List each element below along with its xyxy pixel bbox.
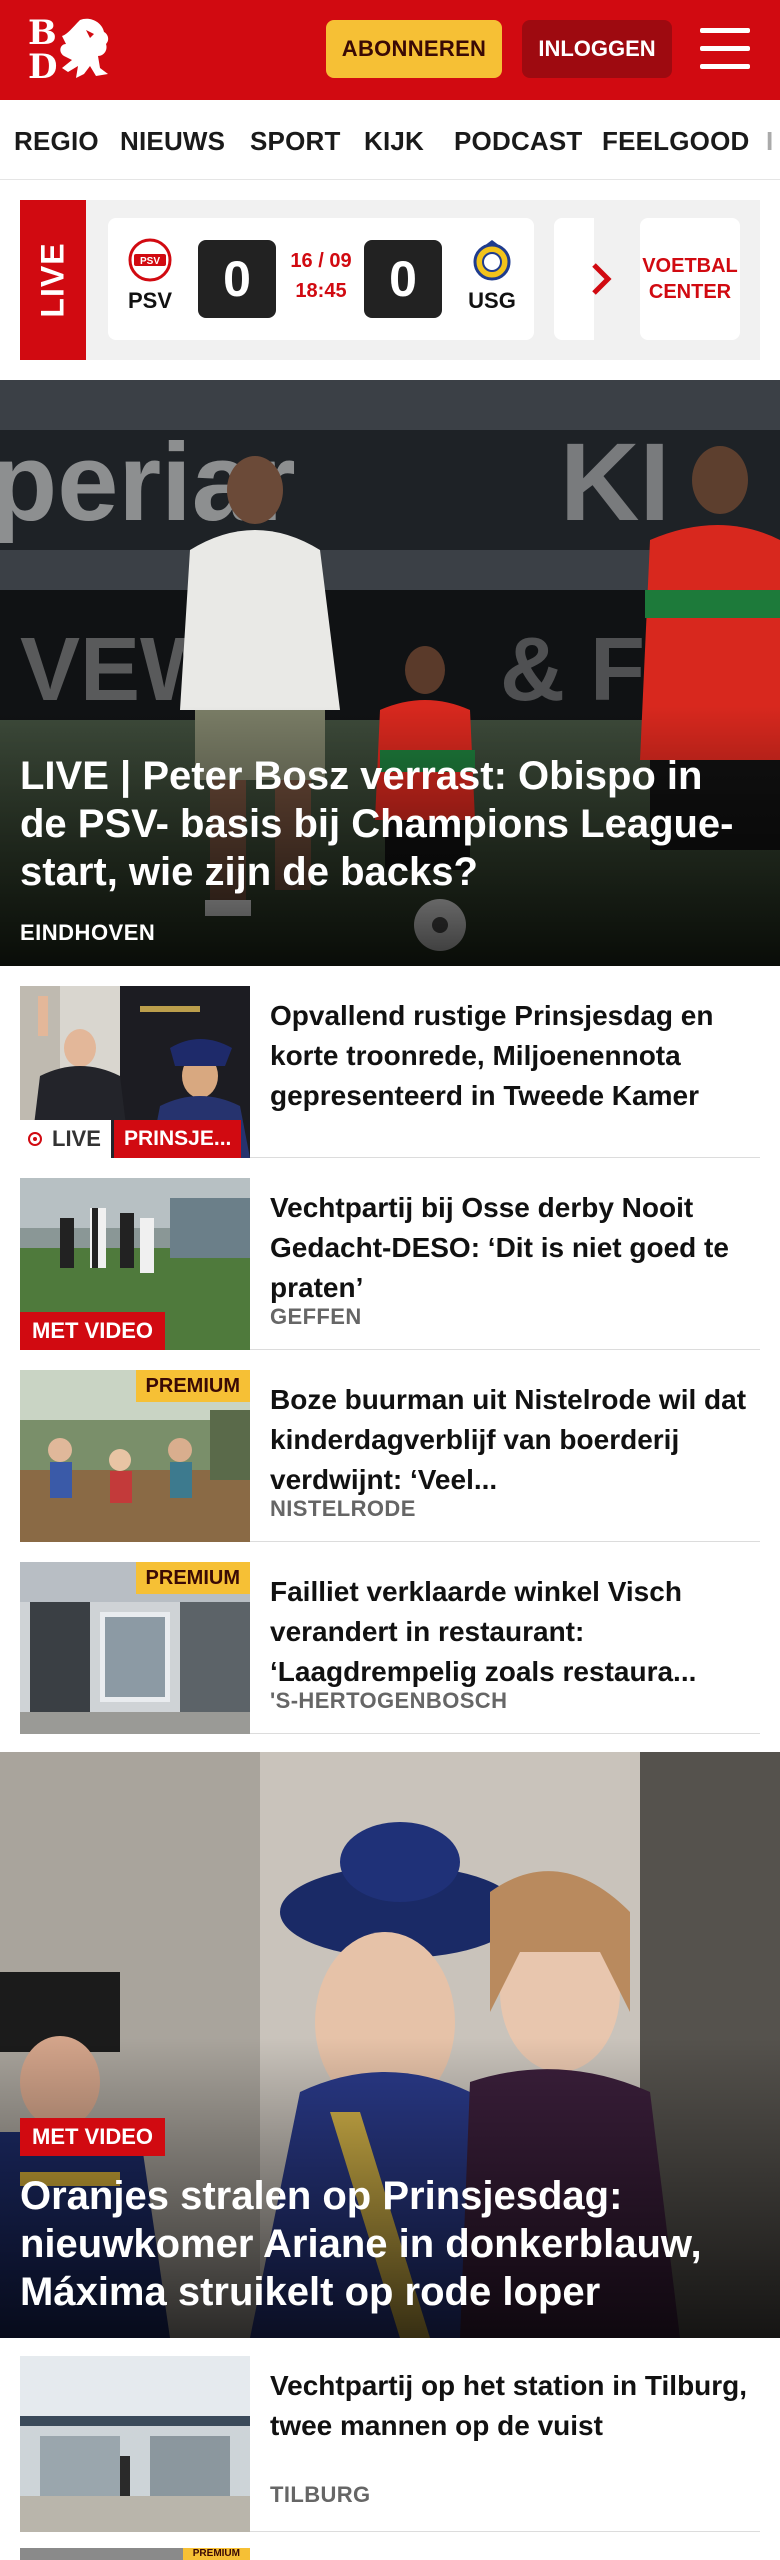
svg-text:PSV: PSV [140,256,160,267]
home-score: 0 [198,240,276,318]
live-chip-label: LIVE [52,1126,101,1151]
article-title[interactable]: Failliet verklaarde winkel Visch verande… [270,1572,760,1692]
article-thumbnail: PREMIUM [20,1370,250,1542]
premium-badge: PREMIUM [135,1562,250,1594]
article-item[interactable]: LIVE PRINSJE... Opvallend rustige Prinsj… [20,986,760,1158]
thumb-photo-station [20,2356,250,2532]
article-location: GEFFEN [270,1304,362,1329]
away-team-name: USG [468,288,516,313]
article-thumbnail: LIVE PRINSJE... [20,986,250,1158]
article-title[interactable]: Vechtpartij bij Osse derby Nooit Gedacht… [270,1188,760,1308]
nav-item-podcast[interactable]: PODCAST [454,126,583,157]
article-thumbnail: MET VIDEO [20,1178,250,1350]
article-title[interactable]: Vechtpartij op het station in Tilburg, t… [270,2366,760,2446]
next-match-card[interactable] [554,218,594,340]
article-location: NISTELRODE [270,1496,416,1521]
nav-item-feelgood[interactable]: FEELGOOD [602,126,750,157]
home-team-name: PSV [127,288,173,313]
live-text: LIVE [34,242,71,318]
match-date: 16 / 09 [290,250,352,272]
nav-item-kijk[interactable]: KIJK [364,126,424,157]
live-label: LIVE [20,200,86,360]
nav-item-regio[interactable]: REGIO [14,126,99,157]
live-chip: LIVE [20,1120,111,1158]
article-location: 'S-HERTOGENBOSCH [270,1688,508,1713]
article-thumbnail: PREMIUM [20,1562,250,1734]
article-location: TILBURG [270,2482,371,2507]
bd-logo[interactable]: B D [20,14,116,86]
site-header: B D ABONNEREN INLOGGEN [0,0,780,100]
home-team: PSV PSV [120,238,180,314]
section-nav: REGIO NIEUWS SPORT KIJK PODCAST FEELGOOD… [0,100,780,180]
svg-text:KI: KI [560,421,670,544]
article-title[interactable]: Boze buurman uit Nistelrode wil dat kind… [270,1380,760,1500]
article-item[interactable]: PREMIUM Boze buurman uit Nistelrode wil … [20,1370,760,1542]
premium-badge: PREMIUM [135,1370,250,1402]
away-team: USG [462,238,522,314]
subscribe-button[interactable]: ABONNEREN [326,20,502,78]
article-item[interactable]: PREMIUM Failliet verklaarde winkel Visch… [20,1562,760,1734]
voetbal-center-link[interactable]: VOETBAL CENTER [640,218,740,340]
featured-title[interactable]: Oranjes stralen op Prinsjesdag: nieuwkom… [20,2172,760,2316]
premium-badge: PREMIUM [182,2548,250,2560]
nav-item-sport[interactable]: SPORT [250,126,341,157]
article-title[interactable]: Opvallend rustige Prinsjesdag en korte t… [270,996,760,1116]
hero-location: EINDHOVEN [20,920,156,945]
chevron-right-icon[interactable] [590,262,612,296]
next-article-thumbnail[interactable]: PREMIUM [20,2548,250,2560]
match-datetime: 16 / 09 18:45 [278,246,364,306]
menu-icon[interactable] [700,26,750,72]
usg-crest-icon [473,240,511,281]
live-dot-icon [28,1132,42,1146]
psv-crest-icon: PSV [128,238,172,282]
article-item[interactable]: Vechtpartij op het station in Tilburg, t… [20,2356,760,2532]
category-badge: PRINSJE... [114,1120,242,1158]
away-score: 0 [364,240,442,318]
featured-article[interactable]: MET VIDEO Oranjes stralen op Prinsjesdag… [0,1752,780,2338]
video-badge: MET VIDEO [20,2118,166,2156]
hero-article[interactable]: periar KI VEWS & F LIVE | Peter Bosz ver… [0,380,780,966]
article-item[interactable]: MET VIDEO Vechtpartij bij Osse derby Noo… [20,1178,760,1350]
article-thumbnail [20,2356,250,2532]
lion-icon [60,18,109,78]
hero-title[interactable]: LIVE | Peter Bosz verrast: Obispo in de … [20,752,760,896]
live-score-widget: LIVE PSV PSV 0 16 / 09 18:45 0 USG VOETB… [20,200,760,360]
svg-text:& F: & F [500,620,645,720]
nav-item-nieuws[interactable]: NIEUWS [120,126,225,157]
match-time: 18:45 [295,280,347,302]
login-button[interactable]: INLOGGEN [522,20,672,78]
video-badge: MET VIDEO [20,1312,166,1350]
match-card[interactable]: PSV PSV 0 16 / 09 18:45 0 USG [108,218,534,340]
nav-item-overflow[interactable]: I [766,126,773,157]
